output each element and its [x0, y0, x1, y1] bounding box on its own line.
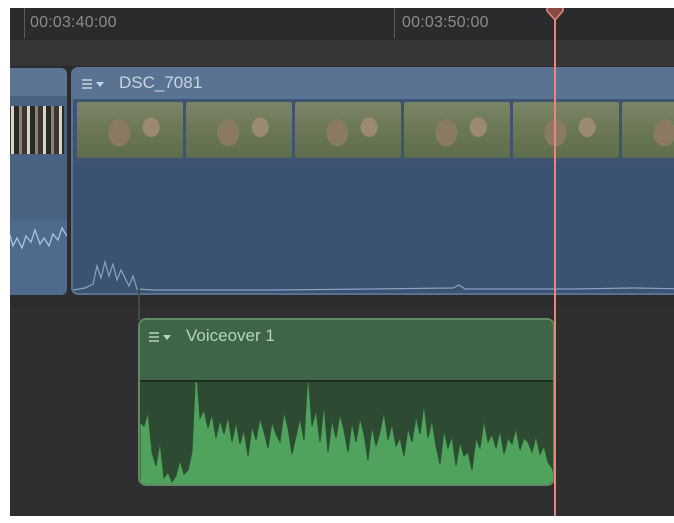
clip-name: DSC_7081 [119, 73, 203, 92]
video-frame [77, 102, 183, 158]
ruler-tick [24, 8, 25, 38]
connection-line [138, 284, 140, 320]
timecode-label: 00:03:50:00 [402, 14, 489, 31]
ruler-tick [394, 8, 395, 38]
audio-waveform [73, 259, 674, 291]
audio-waveform [140, 382, 553, 484]
clip-options-menu-icon[interactable] [81, 77, 107, 91]
video-frame [295, 102, 401, 158]
video-frame [404, 102, 510, 158]
timeline[interactable]: 00:03:40:00 00:03:50:00 DSC_7081 Voiceov… [10, 8, 674, 516]
playhead-marker-icon[interactable] [545, 8, 565, 22]
clip-options-menu-icon[interactable] [148, 330, 174, 344]
video-frame [186, 102, 292, 158]
clip-audio [73, 166, 674, 293]
clip-header [10, 68, 67, 96]
previous-video-clip[interactable] [10, 68, 67, 295]
clip-filmstrip [77, 102, 674, 158]
clip-name: Voiceover 1 [186, 326, 275, 345]
video-frame [622, 102, 674, 158]
timecode-label: 00:03:40:00 [30, 14, 117, 31]
audio-waveform [10, 226, 67, 250]
clip-audio [140, 382, 553, 484]
timeline-ruler[interactable]: 00:03:40:00 00:03:50:00 [10, 8, 674, 66]
playhead[interactable] [554, 8, 556, 516]
audio-clip-voiceover-1[interactable]: Voiceover 1 [138, 318, 555, 486]
video-clip-dsc-7081[interactable]: DSC_7081 [71, 67, 674, 295]
video-frame [513, 102, 619, 158]
clip-audio [10, 220, 67, 295]
clip-thumbnail [10, 106, 64, 154]
ruler-gap [10, 40, 674, 66]
